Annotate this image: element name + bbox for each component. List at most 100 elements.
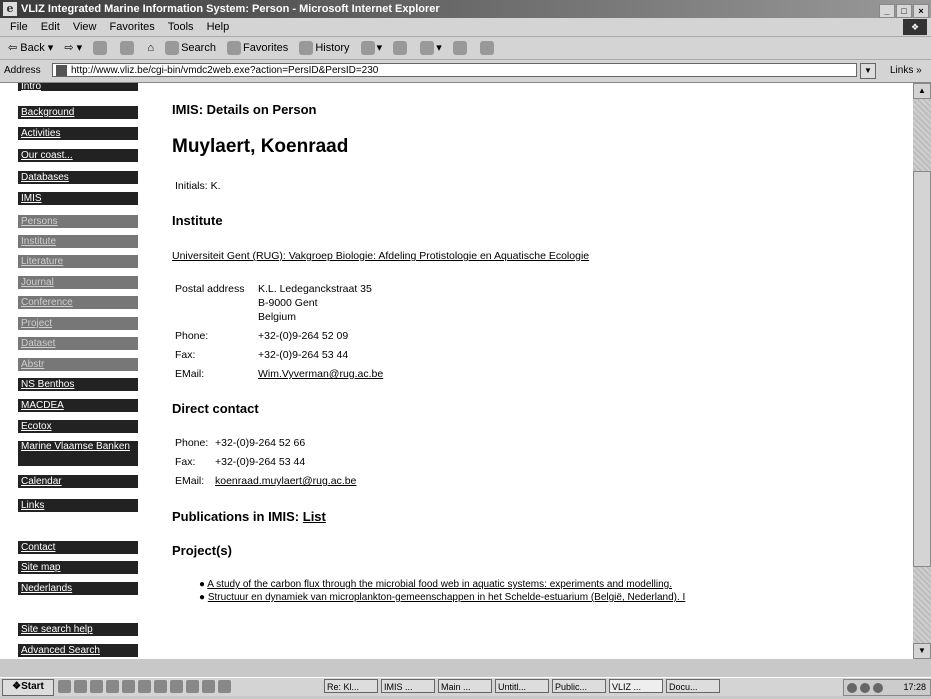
- menu-favorites[interactable]: Favorites: [110, 21, 155, 33]
- project-link-1[interactable]: A study of the carbon flux through the m…: [207, 579, 672, 590]
- start-button[interactable]: ❖Start: [2, 679, 54, 696]
- vertical-scrollbar[interactable]: ▲ ▼: [913, 83, 931, 659]
- show-desktop-icon[interactable]: [58, 680, 71, 693]
- dc-email-link[interactable]: koenraad.muylaert@rug.ac.be: [215, 475, 356, 487]
- address-dropdown-button[interactable]: ▼: [860, 63, 876, 79]
- nav-journal[interactable]: Journal: [18, 276, 138, 289]
- nav-nederlands[interactable]: Nederlands: [18, 582, 138, 595]
- menu-view[interactable]: View: [73, 21, 97, 33]
- nav-persons[interactable]: Persons: [18, 215, 138, 228]
- project-link-2[interactable]: Structuur en dynamiek van microplankton-…: [208, 592, 685, 603]
- minimize-button[interactable]: _: [879, 4, 895, 18]
- app-icon[interactable]: [186, 680, 199, 693]
- institute-name[interactable]: Universiteit Gent (RUG): Vakgroep Biolog…: [172, 250, 589, 262]
- history-icon: [299, 41, 314, 56]
- inst-email-link[interactable]: Wim.Vyverman@rug.ac.be: [258, 368, 383, 380]
- task-button-active[interactable]: VLIZ ...: [609, 679, 663, 693]
- nav-conference[interactable]: Conference: [18, 296, 138, 309]
- powerpoint-icon[interactable]: [138, 680, 151, 693]
- nav-site-search-help[interactable]: Site search help: [18, 623, 138, 636]
- access-icon[interactable]: [154, 680, 167, 693]
- task-button[interactable]: Untitl...: [495, 679, 549, 693]
- nav-advanced-search[interactable]: Advanced Search: [18, 644, 138, 657]
- excel-icon[interactable]: [122, 680, 135, 693]
- edit-button[interactable]: ▾: [420, 37, 442, 59]
- publications-list-link[interactable]: List: [303, 509, 326, 524]
- mail-button[interactable]: ▾: [360, 37, 382, 59]
- scroll-thumb[interactable]: [913, 171, 931, 567]
- publications-label: Publications in IMIS:: [172, 509, 300, 524]
- app-icon[interactable]: [218, 680, 231, 693]
- print-button[interactable]: [393, 37, 409, 59]
- links-button[interactable]: Links »: [890, 65, 922, 76]
- app-icon[interactable]: [170, 680, 183, 693]
- scroll-down-button[interactable]: ▼: [913, 643, 931, 659]
- windows-start-icon: ❖: [12, 681, 22, 692]
- home-button[interactable]: ⌂: [147, 37, 154, 59]
- stop-button[interactable]: [93, 37, 109, 59]
- address-url: http://www.vliz.be/cgi-bin/vmdc2web.exe?…: [71, 65, 379, 76]
- search-label: Search: [181, 42, 216, 54]
- refresh-button[interactable]: [120, 37, 136, 59]
- outlook-icon[interactable]: [90, 680, 103, 693]
- nav-institute[interactable]: Institute: [18, 235, 138, 248]
- nav-literature[interactable]: Literature: [18, 255, 138, 268]
- window-title: VLIZ Integrated Marine Information Syste…: [21, 3, 440, 15]
- tray-icon[interactable]: [873, 682, 883, 693]
- inst-email-label: EMail:: [175, 368, 205, 380]
- task-button[interactable]: Docu...: [666, 679, 720, 693]
- nav-calendar[interactable]: Calendar: [18, 475, 138, 488]
- menu-file[interactable]: File: [10, 21, 28, 33]
- direct-contact-heading: Direct contact: [172, 401, 259, 416]
- task-button[interactable]: IMIS ...: [381, 679, 435, 693]
- nav-contact[interactable]: Contact: [18, 541, 138, 554]
- nav-background[interactable]: Background: [18, 106, 138, 119]
- menu-tools[interactable]: Tools: [168, 21, 194, 33]
- menu-edit[interactable]: Edit: [41, 21, 60, 33]
- nav-abstr[interactable]: Abstr: [18, 358, 138, 371]
- nav-ns-benthos[interactable]: NS Benthos: [18, 378, 138, 391]
- favorites-button[interactable]: Favorites: [227, 37, 288, 59]
- favorites-icon: [227, 41, 242, 56]
- nav-marine-vlaamse-banken[interactable]: Marine Vlaamse Banken: [18, 441, 138, 466]
- scroll-up-button[interactable]: ▲: [913, 83, 931, 99]
- forward-button[interactable]: ⇨ ▾: [64, 37, 82, 59]
- task-button[interactable]: Main ...: [438, 679, 492, 693]
- initials-label: Initials:: [175, 180, 208, 192]
- back-button[interactable]: ⇦ Back ▾: [8, 37, 53, 59]
- institute-link[interactable]: Universiteit Gent (RUG): Vakgroep Biolog…: [172, 250, 589, 262]
- app-icon[interactable]: [202, 680, 215, 693]
- search-button[interactable]: Search: [165, 37, 216, 59]
- history-button[interactable]: History: [299, 37, 350, 59]
- tray-icon[interactable]: [847, 682, 857, 693]
- nav-macdea[interactable]: MACDEA: [18, 399, 138, 412]
- nav-project[interactable]: Project: [18, 317, 138, 330]
- close-button[interactable]: ×: [913, 4, 929, 18]
- messenger-button[interactable]: [479, 37, 496, 59]
- nav-ecotox[interactable]: Ecotox: [18, 420, 138, 433]
- menu-help[interactable]: Help: [207, 21, 230, 33]
- publications-heading: Publications in IMIS: List: [172, 509, 326, 524]
- task-button[interactable]: Re: Kl...: [324, 679, 378, 693]
- nav-links[interactable]: Links: [18, 499, 138, 512]
- word-icon[interactable]: [106, 680, 119, 693]
- nav-our-coast[interactable]: Our coast...: [18, 149, 138, 162]
- nav-intro[interactable]: Intro: [18, 83, 138, 91]
- nav-activities[interactable]: Activities: [18, 127, 138, 140]
- nav-site-map[interactable]: Site map: [18, 561, 138, 574]
- maximize-button[interactable]: □: [896, 4, 912, 18]
- task-button[interactable]: Public...: [552, 679, 606, 693]
- tray-icon[interactable]: [860, 682, 870, 693]
- edit-icon: [420, 41, 435, 56]
- discuss-button[interactable]: [452, 37, 469, 59]
- address-input[interactable]: http://www.vliz.be/cgi-bin/vmdc2web.exe?…: [52, 63, 857, 77]
- person-name: Muylaert, Koenraad: [172, 136, 349, 157]
- ie-launch-icon[interactable]: [74, 680, 87, 693]
- dc-email[interactable]: koenraad.muylaert@rug.ac.be: [215, 475, 356, 487]
- nav-imis[interactable]: IMIS: [18, 192, 138, 205]
- nav-dataset[interactable]: Dataset: [18, 337, 138, 350]
- site-navigation: Intro Background Activities Our coast...…: [0, 83, 145, 659]
- postal-line-1: K.L. Ledeganckstraat 35: [258, 283, 372, 295]
- nav-databases[interactable]: Databases: [18, 171, 138, 184]
- inst-email[interactable]: Wim.Vyverman@rug.ac.be: [258, 368, 383, 380]
